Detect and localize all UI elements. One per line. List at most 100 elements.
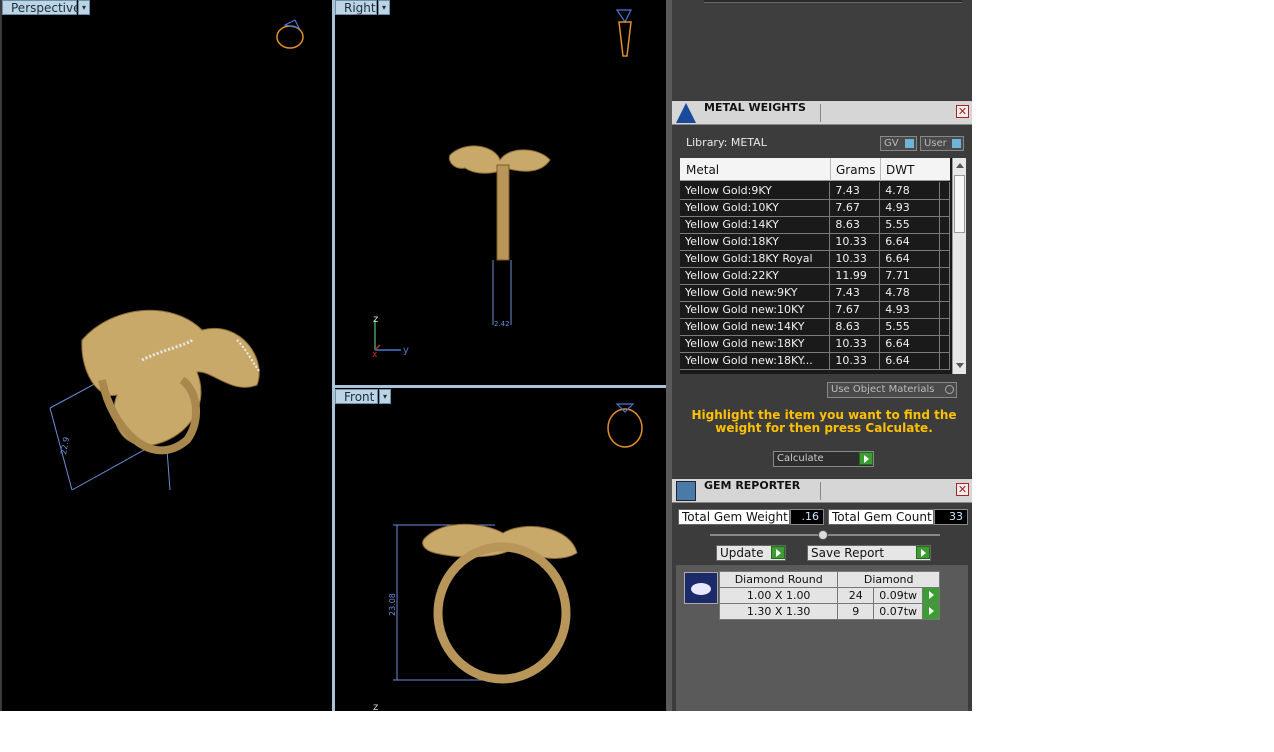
calculate-button-label: Calculate: [777, 453, 824, 464]
metal-weights-header: METAL WEIGHTS ✕: [672, 101, 972, 125]
metal-cell-metal: Yellow Gold new:18KY: [680, 335, 831, 353]
save-report-button[interactable]: Save Report: [807, 545, 931, 561]
right-label[interactable]: Right: [335, 0, 377, 15]
use-object-materials-label: Use Object Materials: [831, 384, 935, 395]
user-toggle-indicator: [952, 139, 961, 148]
gem-cell-size: 1.30 X 1.30: [718, 603, 839, 620]
header-divider-2: [880, 158, 881, 181]
metal-cell-spacer: [939, 233, 950, 251]
table-row[interactable]: Yellow Gold new:14KY 8.63 5.55: [680, 318, 950, 336]
gem-row-select-button[interactable]: [922, 587, 940, 604]
metal-cell-spacer: [939, 284, 950, 302]
metal-weights-header-divider: [820, 104, 821, 122]
metal-cell-spacer: [939, 267, 950, 285]
gem-list-area: Diamond Round Diamond 1.00 X 1.00 24 0.09t…: [676, 565, 968, 711]
metal-weights-panel: Library: METAL GV User Metal Grams DWT Y…: [672, 125, 972, 477]
user-toggle-label: User: [924, 138, 947, 149]
gem-cell-count: 9: [837, 603, 875, 620]
top-panel-scroll-strip: [704, 0, 962, 3]
gem-reporter-header: GEM REPORTER ✕: [672, 479, 972, 503]
total-gem-weight-label: Total Gem Weight: [678, 509, 790, 525]
metal-cell-metal: Yellow Gold:10KY: [680, 199, 831, 217]
gv-toggle-indicator: [905, 139, 914, 148]
metal-cell-dwt: 5.55: [879, 318, 940, 336]
table-row[interactable]: Yellow Gold:18KY Royal 10.33 6.64: [680, 250, 950, 268]
metal-table-scrollbar[interactable]: [952, 158, 966, 374]
top-empty-panel: [672, 0, 972, 100]
gem-slider-handle[interactable]: [818, 530, 828, 540]
gem-table: Diamond Round Diamond 1.00 X 1.00 24 0.09t…: [718, 571, 940, 620]
total-gem-count-value: 33: [934, 509, 968, 525]
metal-cell-spacer: [939, 216, 950, 234]
metal-cell-spacer: [939, 182, 950, 200]
perspective-viewport[interactable]: 22.9: [2, 0, 332, 711]
gem-header-shape: Diamond Round: [718, 571, 839, 588]
metal-cell-spacer: [939, 301, 950, 319]
front-ring-render: 23.08 z: [373, 403, 643, 711]
gv-toggle-label: GV: [884, 138, 899, 149]
scroll-up-arrow[interactable]: [956, 163, 964, 168]
update-button[interactable]: Update: [716, 545, 786, 561]
table-row[interactable]: 1.00 X 1.00 24 0.09tw: [718, 587, 940, 604]
table-row[interactable]: 1.30 X 1.30 9 0.07tw: [718, 603, 940, 620]
front-dropdown[interactable]: ▾: [379, 389, 391, 404]
gem-reporter-close-button[interactable]: ✕: [956, 483, 969, 496]
header-grams[interactable]: Grams: [836, 163, 876, 177]
table-row[interactable]: Yellow Gold:9KY 7.43 4.78: [680, 182, 950, 200]
metal-cell-grams: 10.33: [829, 352, 881, 370]
perspective-dropdown[interactable]: ▾: [78, 0, 90, 15]
table-row[interactable]: Yellow Gold:18KY 10.33 6.64: [680, 233, 950, 251]
scroll-thumb[interactable]: [954, 175, 965, 233]
user-toggle[interactable]: User: [920, 136, 964, 151]
metal-cell-metal: Yellow Gold new:14KY: [680, 318, 831, 336]
metal-cell-dwt: 5.55: [879, 216, 940, 234]
table-row[interactable]: Yellow Gold new:10KY 7.67 4.93: [680, 301, 950, 319]
metal-weights-title: METAL WEIGHTS: [704, 101, 806, 114]
metal-weights-close-button[interactable]: ✕: [956, 105, 969, 118]
perspective-label[interactable]: Perspective: [2, 0, 81, 15]
metal-cell-metal: Yellow Gold:18KY: [680, 233, 831, 251]
right-dropdown[interactable]: ▾: [378, 0, 390, 15]
table-row[interactable]: Yellow Gold new:18KY... 10.33 6.64: [680, 352, 950, 370]
header-divider-1: [830, 158, 831, 181]
use-object-materials-toggle[interactable]: Use Object Materials: [827, 382, 957, 398]
perspective-dimension: 22.9: [59, 436, 71, 455]
metal-cell-metal: Yellow Gold:9KY: [680, 182, 831, 200]
gem-cell-count: 24: [837, 587, 875, 604]
update-button-label: Update: [720, 546, 764, 560]
right-ring-render: 2.42 z y x: [372, 9, 632, 360]
table-row[interactable]: Yellow Gold:22KY 11.99 7.71: [680, 267, 950, 285]
gv-toggle[interactable]: GV: [880, 136, 917, 151]
gem-row-select-button[interactable]: [922, 603, 940, 620]
use-object-materials-indicator: [945, 385, 954, 394]
metal-cell-dwt: 4.93: [879, 199, 940, 217]
header-dwt[interactable]: DWT: [886, 163, 914, 177]
calculate-button[interactable]: Calculate: [773, 451, 874, 467]
save-report-arrow-icon: [916, 546, 930, 559]
scroll-down-arrow[interactable]: [956, 363, 964, 368]
table-row[interactable]: Yellow Gold new:9KY 7.43 4.78: [680, 284, 950, 302]
table-row[interactable]: Yellow Gold:14KY 8.63 5.55: [680, 216, 950, 234]
metal-cell-spacer: [939, 250, 950, 268]
front-viewport[interactable]: 23.08 z: [335, 388, 666, 711]
right-axis-x-label: x: [372, 350, 378, 360]
metal-cell-dwt: 4.78: [879, 284, 940, 302]
total-gem-weight-value: .16: [790, 509, 824, 525]
metal-cell-grams: 8.63: [829, 216, 881, 234]
metal-cell-grams: 7.43: [829, 182, 881, 200]
table-row[interactable]: Yellow Gold:10KY 7.67 4.93: [680, 199, 950, 217]
metal-cell-metal: Yellow Gold:14KY: [680, 216, 831, 234]
right-dimension: 2.42: [494, 320, 510, 328]
metal-cell-grams: 11.99: [829, 267, 881, 285]
right-viewport[interactable]: 2.42 z y x: [335, 0, 666, 385]
metal-cell-grams: 10.33: [829, 250, 881, 268]
header-metal[interactable]: Metal: [686, 163, 719, 177]
table-row[interactable]: Yellow Gold new:18KY 10.33 6.64: [680, 335, 950, 353]
front-label[interactable]: Front: [335, 389, 378, 404]
metal-cell-grams: 8.63: [829, 318, 881, 336]
metal-cell-dwt: 6.64: [879, 250, 940, 268]
calculate-instruction: Highlight the item you want to find the …: [691, 408, 957, 435]
front-axis-z-label: z: [373, 702, 378, 711]
metal-cell-spacer: [939, 318, 950, 336]
metal-cell-metal: Yellow Gold new:18KY...: [680, 352, 831, 370]
